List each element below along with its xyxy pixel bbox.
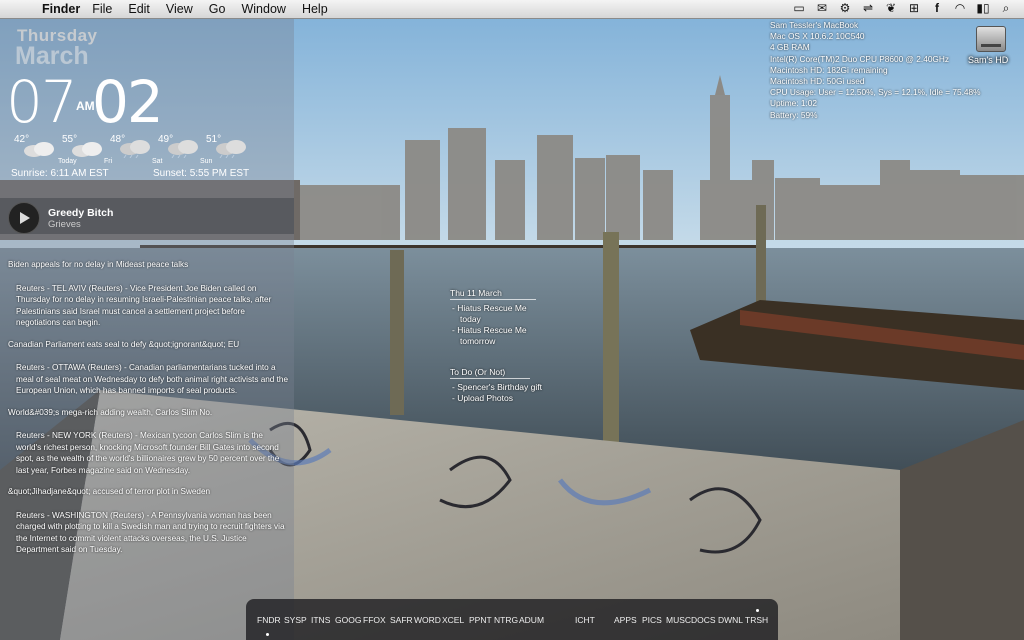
menu-file[interactable]: File xyxy=(92,2,112,16)
dock-running-indicator xyxy=(266,633,269,636)
news-body: Reuters - NEW YORK (Reuters) - Mexican t… xyxy=(16,431,280,475)
calendar-widget: Thu 11 March - Hiatus Rescue Me today - … xyxy=(450,288,542,404)
now-playing-title: Greedy Bitch xyxy=(48,207,114,219)
sysinfo-battery: Battery: 59% xyxy=(770,109,818,120)
sysinfo-os-version: Mac OS X 10.6.2 10C540 xyxy=(770,31,865,42)
news-item[interactable]: &quot;Jihadjane&quot; accused of terror … xyxy=(8,486,290,556)
weather-day-label: Fri xyxy=(104,158,113,165)
dock-item-pictures[interactable]: PICS xyxy=(642,615,662,625)
now-playing-widget xyxy=(0,198,294,234)
dock-item-itunes[interactable]: ITNS xyxy=(311,615,330,625)
dock: FNDR SYSP ITNS GOOG FFOX SAFR WORD XCEL … xyxy=(246,599,778,640)
menu-edit[interactable]: Edit xyxy=(128,2,150,16)
bird-icon[interactable]: ❦ xyxy=(883,1,899,16)
news-item[interactable]: Biden appeals for no delay in Mideast pe… xyxy=(8,259,290,329)
weather-day-label: Sun xyxy=(200,158,213,165)
plus-icon[interactable]: ⊞ xyxy=(906,1,922,16)
menu-view[interactable]: View xyxy=(166,2,193,16)
dock-item-safari[interactable]: SAFR xyxy=(390,615,413,625)
rain-cloud-icon xyxy=(216,140,246,158)
sysinfo-disk-free: Macintosh HD: 182Gi remaining xyxy=(770,64,888,75)
sync-icon[interactable]: ⇌ xyxy=(860,1,876,16)
calendar-date: Thu 11 March xyxy=(450,288,536,300)
dock-item-google[interactable]: GOOG xyxy=(335,615,361,625)
menu-extras: ▭ ✉ ⚙ ⇌ ❦ ⊞ f ◠ ▮▯ ⌕ xyxy=(791,1,1014,16)
dock-item-music[interactable]: MUSC xyxy=(666,615,691,625)
calendar-event-when: tomorrow xyxy=(460,336,496,346)
news-body: Reuters - OTTAWA (Reuters) - Canadian pa… xyxy=(16,363,289,395)
todo-item: - Upload Photos xyxy=(452,393,513,403)
news-headline: &quot;Jihadjane&quot; accused of terror … xyxy=(8,487,211,496)
dock-item-adium[interactable]: ADUM xyxy=(519,615,544,625)
sysinfo-disk-used: Macintosh HD: 50Gi used xyxy=(770,76,865,87)
display-icon[interactable]: ▭ xyxy=(791,1,807,16)
rain-cloud-icon xyxy=(168,140,198,158)
dock-running-indicator xyxy=(756,609,759,612)
weather-day-label: Today xyxy=(58,158,77,165)
todo-item: - Spencer's Birthday gift xyxy=(452,382,542,392)
dock-item-excel[interactable]: XCEL xyxy=(442,615,464,625)
news-headline: Canadian Parliament eats seal to defy &q… xyxy=(8,339,240,349)
sysinfo-computer-name: Sam Tessler's MacBook xyxy=(770,20,859,30)
calendar-event: - Hiatus Rescue Me xyxy=(452,325,527,335)
mail-icon[interactable]: ✉ xyxy=(814,1,830,16)
dock-item-finder[interactable]: FNDR xyxy=(257,615,281,625)
play-button[interactable] xyxy=(8,202,40,234)
news-item[interactable]: World&#039;s mega-rich adding wealth, Ca… xyxy=(8,407,290,477)
rain-cloud-icon xyxy=(120,140,150,158)
todo-title: To Do (Or Not) xyxy=(450,367,530,379)
dock-item-powerpoint[interactable]: PPNT xyxy=(469,615,492,625)
news-body: Reuters - WASHINGTON (Reuters) - A Penns… xyxy=(16,510,285,555)
sysinfo-uptime: Uptime: 1:02 xyxy=(770,98,818,109)
wifi-icon[interactable]: ◠ xyxy=(952,1,968,16)
now-playing-artist: Grieves xyxy=(48,219,81,230)
sunrise-time: Sunrise: 6:11 AM EST xyxy=(11,168,109,179)
spotlight-icon[interactable]: ⌕ xyxy=(998,1,1014,16)
clock-minute: 02 xyxy=(92,68,164,136)
dock-item-applications[interactable]: APPS xyxy=(614,615,637,625)
sysinfo-cpu-usage: CPU Usage: User = 12.50%, Sys = 12.1%, I… xyxy=(770,87,981,98)
clock-month: March xyxy=(15,42,89,70)
hard-drive-label[interactable]: Sam's HD xyxy=(968,55,1008,65)
hard-drive-icon[interactable] xyxy=(976,26,1006,52)
dock-item-documents[interactable]: DOCS xyxy=(691,615,716,625)
dock-item-downloads[interactable]: DWNL xyxy=(718,615,743,625)
menu-bar: Finder File Edit View Go Window Help ▭ ✉… xyxy=(0,0,1024,19)
dock-item-ichat[interactable]: ICHT xyxy=(575,615,595,625)
facebook-icon[interactable]: f xyxy=(929,1,945,16)
menu-go[interactable]: Go xyxy=(209,2,226,16)
dock-item-ntrg[interactable]: NTRG xyxy=(494,615,518,625)
news-item[interactable]: Canadian Parliament eats seal to defy &q… xyxy=(8,339,290,397)
cloud-icon xyxy=(24,142,54,157)
sysinfo-cpu: Intel(R) Core(TM)2 Duo CPU P8600 @ 2.40G… xyxy=(770,53,950,64)
menu-help[interactable]: Help xyxy=(302,2,328,16)
news-feed: Biden appeals for no delay in Mideast pe… xyxy=(8,259,290,566)
news-headline: World&#039;s mega-rich adding wealth, Ca… xyxy=(8,407,213,417)
news-headline: Biden appeals for no delay in Mideast pe… xyxy=(8,260,189,269)
dock-item-trash[interactable]: TRSH xyxy=(745,615,768,625)
weather-day-label: Sat xyxy=(152,158,163,165)
dock-item-system-preferences[interactable]: SYSP xyxy=(284,615,307,625)
sunset-time: Sunset: 5:55 PM EST xyxy=(153,168,250,179)
calendar-event-when: today xyxy=(460,314,481,324)
system-info-widget: Sam Tessler's MacBook Mac OS X 10.6.2 10… xyxy=(770,20,981,121)
gear-icon[interactable]: ⚙ xyxy=(837,1,853,16)
cloud-icon xyxy=(72,142,102,157)
app-menu[interactable]: Finder xyxy=(42,2,80,16)
clock-hour: 07 xyxy=(6,68,78,136)
dock-item-word[interactable]: WORD xyxy=(414,615,441,625)
menu-window[interactable]: Window xyxy=(241,2,285,16)
calendar-event: - Hiatus Rescue Me xyxy=(452,303,527,313)
dock-item-firefox[interactable]: FFOX xyxy=(363,615,386,625)
news-body: Reuters - TEL AVIV (Reuters) - Vice Pres… xyxy=(16,283,272,328)
battery-icon[interactable]: ▮▯ xyxy=(975,1,991,16)
sysinfo-ram: 4 GB RAM xyxy=(770,42,810,53)
